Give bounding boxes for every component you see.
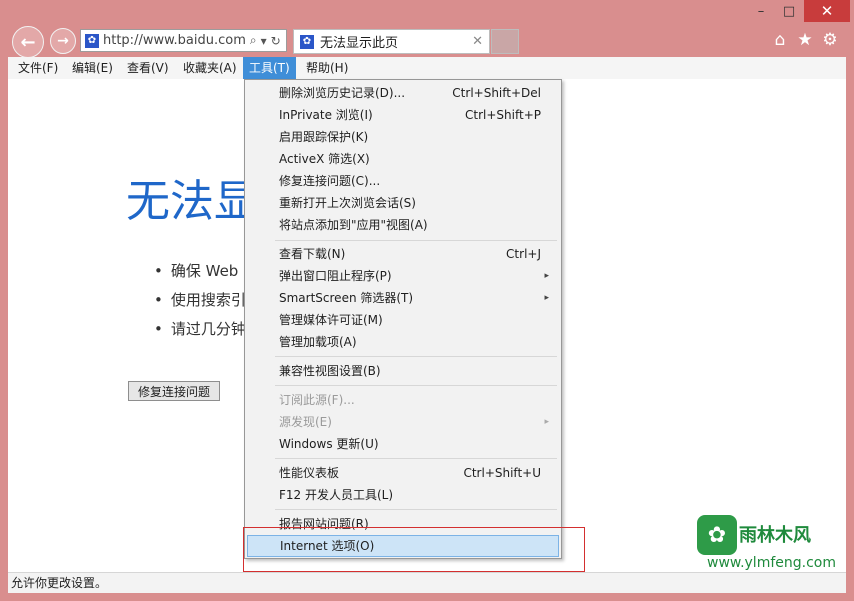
menu-separator: [275, 509, 557, 510]
submenu-arrow-icon: ▸: [544, 293, 549, 303]
menu-help[interactable]: 帮助(H): [300, 57, 354, 79]
menu-item-label: ActiveX 筛选(X): [279, 152, 370, 166]
tools-menu: 删除浏览历史记录(D)... Ctrl+Shift+Del InPrivate …: [244, 79, 562, 559]
baidu-favicon-icon: ✿: [85, 33, 99, 48]
suggestion-list: 确保 Web 使用搜索引 请过几分钟: [154, 261, 246, 348]
menu-favorites[interactable]: 收藏夹(A): [177, 57, 243, 79]
menu-item-label: 兼容性视图设置(B): [279, 364, 381, 378]
browser-window: – □ ✕ ← → ✿ http://www.baidu.com ⌕ ▾ ↻ ✿…: [0, 0, 854, 601]
tools-gear-icon[interactable]: ⚙: [819, 30, 841, 50]
menu-item-smartscreen[interactable]: SmartScreen 筛选器(T) ▸: [247, 287, 559, 309]
favorites-star-icon[interactable]: ★: [794, 30, 816, 50]
ylmf-logo-icon: ✿: [697, 515, 737, 555]
menu-item-tracking-protection[interactable]: 启用跟踪保护(K): [247, 126, 559, 148]
watermark: ✿ 雨林木风 www.ylmfeng.com: [697, 513, 836, 595]
submenu-arrow-icon: ▸: [544, 417, 549, 427]
list-item: 使用搜索引: [154, 290, 246, 319]
refresh-icon[interactable]: ↻: [271, 34, 281, 48]
menu-item-label: 修复连接问题(C)...: [279, 174, 381, 188]
menu-item-shortcut: Ctrl+J: [506, 247, 541, 261]
menu-item-shortcut: Ctrl+Shift+Del: [452, 86, 541, 100]
menu-item-label: 管理媒体许可证(M): [279, 313, 383, 327]
menu-separator: [275, 356, 557, 357]
menu-item-label: Windows 更新(U): [279, 437, 379, 451]
tab-current[interactable]: ✿ 无法显示此页 ✕: [293, 29, 490, 54]
menu-item-label: 将站点添加到"应用"视图(A): [279, 218, 428, 232]
menu-item-subscribe-feed: 订阅此源(F)...: [247, 389, 559, 411]
baidu-favicon-icon: ✿: [300, 34, 314, 49]
back-arrow-icon: ←: [20, 31, 36, 53]
menu-item-label: 弹出窗口阻止程序(P): [279, 269, 392, 283]
menu-item-windows-update[interactable]: Windows 更新(U): [247, 433, 559, 455]
watermark-title: 雨林木风: [739, 525, 811, 546]
fix-connection-button[interactable]: 修复连接问题: [128, 381, 220, 401]
menu-item-label: 重新打开上次浏览会话(S): [279, 196, 416, 210]
address-dropdown-icon[interactable]: ▾: [261, 34, 267, 48]
menu-item-add-to-apps[interactable]: 将站点添加到"应用"视图(A): [247, 214, 559, 236]
menu-edit[interactable]: 编辑(E): [66, 57, 119, 79]
list-item: 确保 Web: [154, 261, 246, 290]
menu-separator: [275, 240, 557, 241]
menu-item-label: 查看下载(N): [279, 247, 346, 261]
menu-item-label: 订阅此源(F)...: [279, 393, 355, 407]
menu-item-feed-discovery: 源发现(E) ▸: [247, 411, 559, 433]
menu-item-compat-view[interactable]: 兼容性视图设置(B): [247, 360, 559, 382]
tab-close-icon[interactable]: ✕: [472, 34, 483, 49]
menu-item-f12-devtools[interactable]: F12 开发人员工具(L): [247, 484, 559, 506]
forward-arrow-icon: →: [57, 33, 69, 49]
watermark-url: www.ylmfeng.com: [707, 555, 836, 571]
menu-item-activex-filter[interactable]: ActiveX 筛选(X): [247, 148, 559, 170]
menu-tools[interactable]: 工具(T): [243, 57, 296, 79]
menu-separator: [275, 458, 557, 459]
maximize-button[interactable]: □: [776, 0, 802, 22]
menu-view[interactable]: 查看(V): [121, 57, 175, 79]
menu-bar: 文件(F) 编辑(E) 查看(V) 收藏夹(A) 工具(T) 帮助(H): [8, 57, 846, 80]
address-bar[interactable]: ✿ http://www.baidu.com ⌕ ▾ ↻: [80, 29, 287, 52]
submenu-arrow-icon: ▸: [544, 271, 549, 281]
menu-item-delete-history[interactable]: 删除浏览历史记录(D)... Ctrl+Shift+Del: [247, 82, 559, 104]
menu-file[interactable]: 文件(F): [12, 57, 64, 79]
menu-item-fix-connection[interactable]: 修复连接问题(C)...: [247, 170, 559, 192]
new-tab-button[interactable]: [491, 29, 519, 54]
menu-item-view-downloads[interactable]: 查看下载(N) Ctrl+J: [247, 243, 559, 265]
menu-item-label: 性能仪表板: [279, 466, 340, 480]
forward-button[interactable]: →: [50, 28, 76, 54]
tab-title: 无法显示此页: [320, 36, 399, 51]
home-icon[interactable]: ⌂: [769, 30, 791, 50]
minimize-button[interactable]: –: [748, 0, 774, 22]
menu-item-label: 删除浏览历史记录(D)...: [279, 86, 406, 100]
menu-item-label: 源发现(E): [279, 415, 332, 429]
search-icon[interactable]: ⌕: [250, 33, 257, 48]
menu-item-performance-dashboard[interactable]: 性能仪表板 Ctrl+Shift+U: [247, 462, 559, 484]
menu-item-label: SmartScreen 筛选器(T): [279, 291, 414, 305]
page-title: 无法显: [126, 176, 258, 227]
menu-separator: [275, 385, 557, 386]
menu-item-shortcut: Ctrl+Shift+P: [465, 108, 541, 122]
menu-item-shortcut: Ctrl+Shift+U: [463, 466, 541, 480]
menu-item-reopen-session[interactable]: 重新打开上次浏览会话(S): [247, 192, 559, 214]
menu-item-label: InPrivate 浏览(I): [279, 108, 373, 122]
menu-item-label: F12 开发人员工具(L): [279, 488, 394, 502]
back-button[interactable]: ←: [12, 26, 44, 58]
menu-item-popup-blocker[interactable]: 弹出窗口阻止程序(P) ▸: [247, 265, 559, 287]
menu-item-manage-addons[interactable]: 管理加载项(A): [247, 331, 559, 353]
close-button[interactable]: ✕: [804, 0, 850, 22]
list-item: 请过几分钟: [154, 319, 246, 348]
menu-item-inprivate[interactable]: InPrivate 浏览(I) Ctrl+Shift+P: [247, 104, 559, 126]
annotation-highlight-box: [243, 527, 585, 572]
menu-item-label: 启用跟踪保护(K): [279, 130, 369, 144]
menu-item-media-licenses[interactable]: 管理媒体许可证(M): [247, 309, 559, 331]
address-url[interactable]: http://www.baidu.com: [103, 33, 246, 48]
menu-item-label: 管理加载项(A): [279, 335, 357, 349]
